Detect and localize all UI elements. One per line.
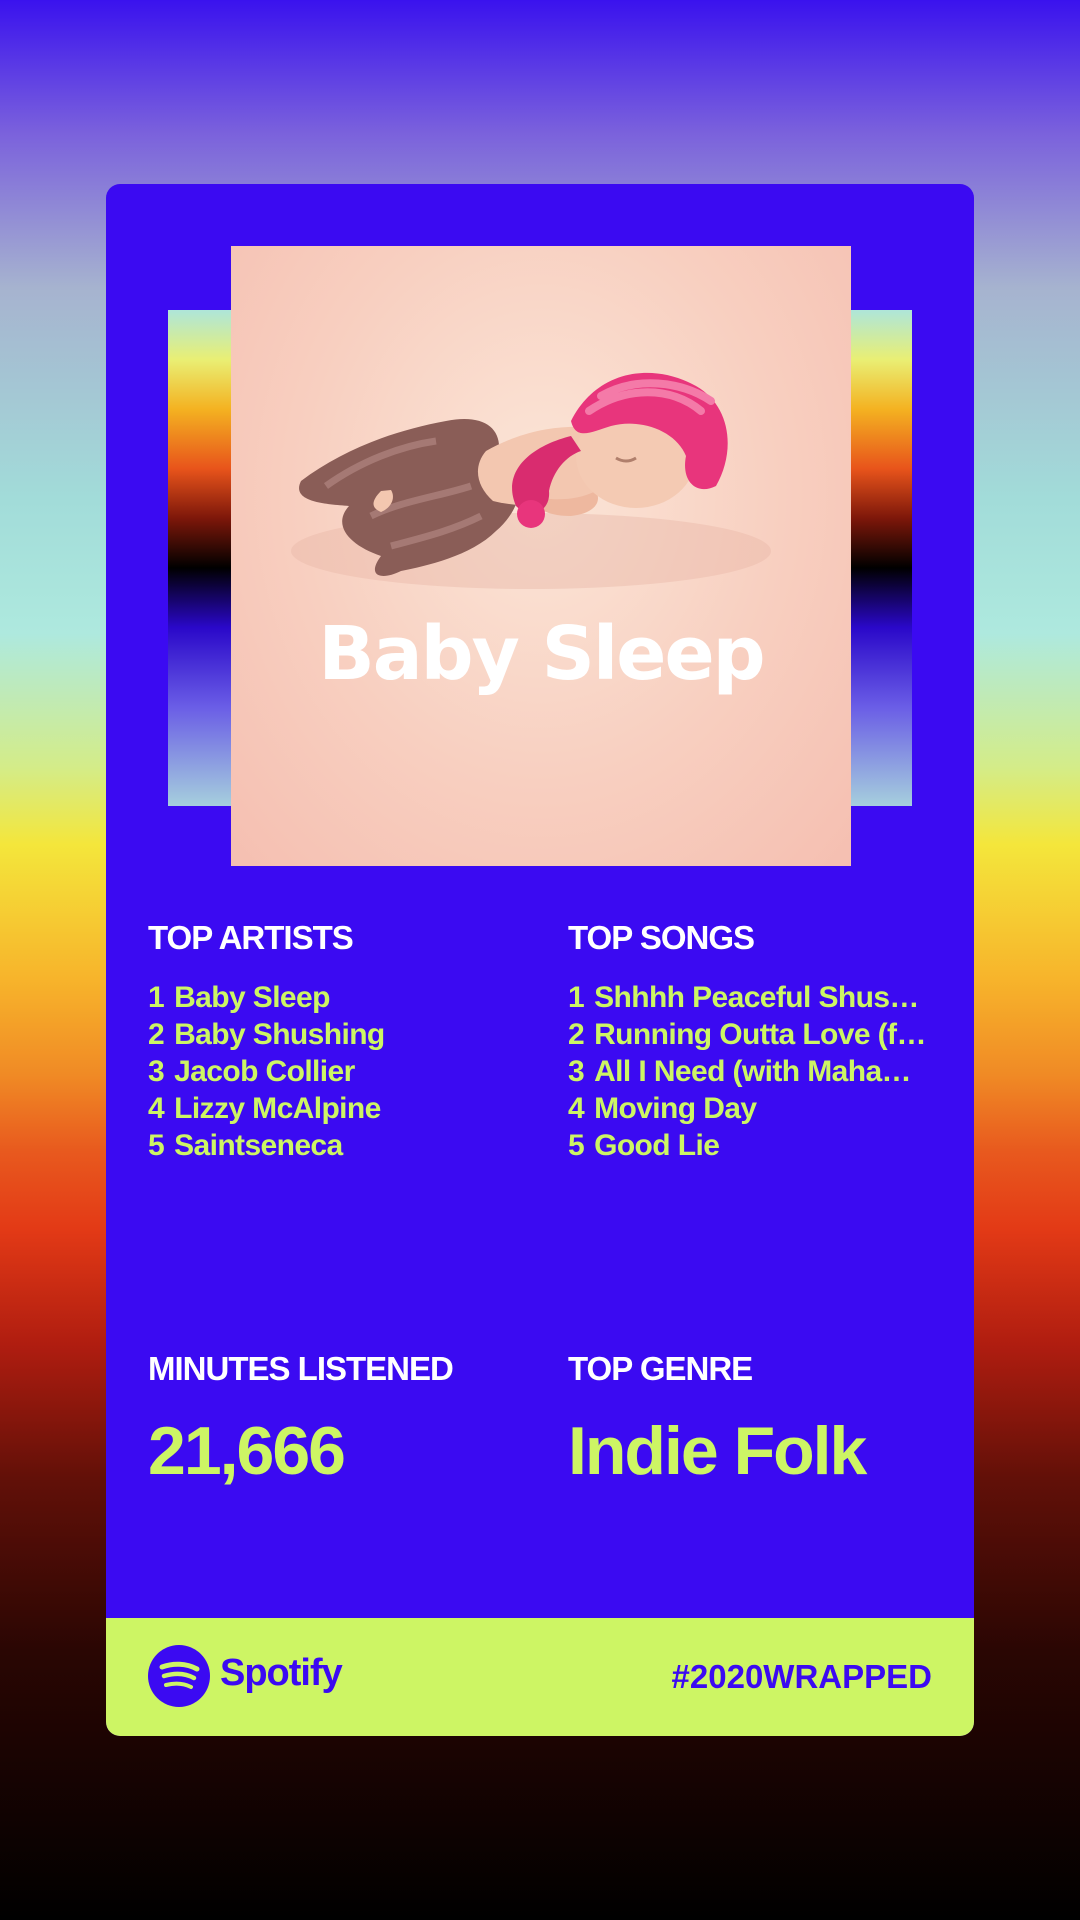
list-item[interactable]: 5 Saintseneca bbox=[148, 1127, 518, 1164]
spotify-logo-icon[interactable] bbox=[148, 1645, 210, 1707]
list-item[interactable]: 2 Running Outta Love (f… bbox=[568, 1016, 938, 1053]
top-songs-heading: TOP SONGS bbox=[568, 919, 755, 956]
wrapped-card: Baby Sleep TOP ARTISTS 1 Baby Sleep 2 Baby… bbox=[106, 184, 974, 1736]
card-footer: Spotify #2020WRAPPED bbox=[106, 1618, 974, 1736]
top-artists-heading: TOP ARTISTS bbox=[148, 919, 354, 956]
list-item[interactable]: 4 Moving Day bbox=[568, 1090, 938, 1127]
sleeping-baby-illustration bbox=[291, 372, 771, 589]
list-item[interactable]: 5 Good Lie bbox=[568, 1127, 938, 1164]
spotify-wordmark: Spotify bbox=[220, 1652, 343, 1694]
list-item[interactable]: 3 Jacob Collier bbox=[148, 1053, 518, 1090]
list-item[interactable]: 4 Lizzy McAlpine bbox=[148, 1090, 518, 1127]
top-genre-heading: TOP GENRE bbox=[568, 1350, 753, 1387]
wrapped-hashtag: #2020WRAPPED bbox=[671, 1658, 932, 1695]
playlist-cover-art[interactable]: Baby Sleep bbox=[231, 246, 851, 866]
list-item[interactable]: 1 Shhhh Peaceful Shus… bbox=[568, 979, 938, 1016]
top-songs-list: 1 Shhhh Peaceful Shus… 2 Running Outta Lov… bbox=[568, 979, 938, 1164]
list-item[interactable]: 3 All I Need (with Maha… bbox=[568, 1053, 938, 1090]
list-item[interactable]: 1 Baby Sleep bbox=[148, 979, 518, 1016]
top-artists-list: 1 Baby Sleep 2 Baby Shushing 3 Jacob Collie… bbox=[148, 979, 518, 1164]
top-genre-value: Indie Folk bbox=[568, 1413, 867, 1489]
minutes-listened-heading: MINUTES LISTENED bbox=[148, 1350, 454, 1387]
list-item[interactable]: 2 Baby Shushing bbox=[148, 1016, 518, 1053]
cover-title: Baby Sleep bbox=[318, 611, 765, 697]
minutes-listened-value: 21,666 bbox=[148, 1413, 346, 1489]
